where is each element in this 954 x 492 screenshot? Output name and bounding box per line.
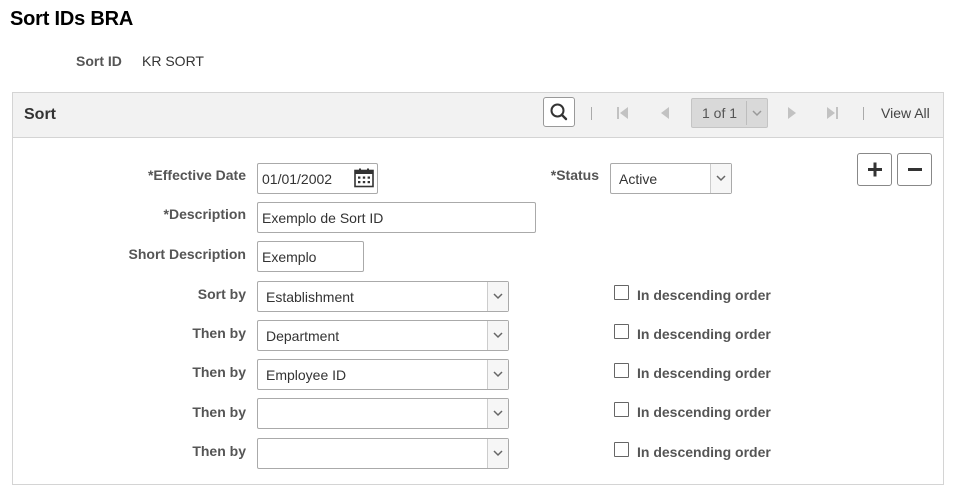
page-title: Sort IDs BRA (10, 8, 134, 30)
then-by-dropdown-button[interactable] (487, 399, 508, 428)
pager-dropdown[interactable] (746, 101, 767, 125)
separator (863, 107, 864, 120)
effective-date-field[interactable]: 01/01/2002 (257, 163, 378, 194)
then-by-select[interactable] (257, 438, 509, 469)
sort-by-value: Establishment (266, 289, 354, 305)
first-page-icon[interactable] (616, 105, 630, 121)
minus-icon (908, 168, 922, 171)
status-value: Active (619, 171, 658, 187)
status-dropdown-button[interactable] (710, 164, 731, 193)
chevron-down-icon (493, 293, 503, 300)
panel-header: Sort 1 of 1 View All (13, 93, 943, 138)
descending-checkbox[interactable] (614, 324, 629, 339)
descending-checkbox[interactable] (614, 285, 629, 300)
descending-label: In descending order (637, 444, 771, 460)
status-label: *Status (550, 167, 599, 183)
description-value: Exemplo de Sort ID (262, 210, 384, 226)
row-pager[interactable]: 1 of 1 (691, 98, 768, 128)
effective-date-value: 01/01/2002 (262, 171, 333, 187)
then-by-select[interactable]: Department (257, 320, 509, 351)
descending-checkbox[interactable] (614, 363, 629, 378)
description-label: *Description (163, 206, 246, 222)
chevron-down-icon (493, 332, 503, 339)
previous-icon[interactable] (658, 105, 672, 121)
then-by-label: Then by (192, 404, 246, 420)
descending-label: In descending order (637, 404, 771, 420)
short-description-field[interactable]: Exemplo (257, 241, 364, 272)
descending-label: In descending order (637, 287, 771, 303)
search-icon (550, 103, 568, 121)
status-select[interactable]: Active (610, 163, 732, 194)
view-all-link[interactable]: View All (881, 105, 930, 121)
plus-icon (868, 162, 882, 177)
then-by-value: Employee ID (266, 367, 347, 383)
descending-label: In descending order (637, 326, 771, 342)
sort-by-dropdown-button[interactable] (487, 282, 508, 311)
descending-checkbox[interactable] (614, 442, 629, 457)
sort-id-value: KR SORT (142, 53, 204, 69)
add-row-button[interactable] (857, 153, 892, 186)
panel-title: Sort (24, 106, 56, 123)
short-description-value: Exemplo (262, 249, 317, 265)
chevron-down-icon (493, 410, 503, 417)
next-icon[interactable] (785, 105, 799, 121)
then-by-select[interactable] (257, 398, 509, 429)
descending-checkbox[interactable] (614, 402, 629, 417)
short-description-label: Short Description (128, 246, 246, 262)
then-by-label: Then by (192, 364, 246, 380)
description-field[interactable]: Exemplo de Sort ID (257, 202, 536, 233)
chevron-down-icon (493, 371, 503, 378)
effective-date-label: *Effective Date (147, 167, 246, 183)
then-by-value: Department (266, 328, 340, 344)
search-button[interactable] (543, 97, 575, 127)
separator (591, 107, 592, 120)
chevron-down-icon (716, 175, 726, 182)
then-by-dropdown-button[interactable] (487, 321, 508, 350)
descending-label: In descending order (637, 365, 771, 381)
then-by-dropdown-button[interactable] (487, 360, 508, 389)
delete-row-button[interactable] (897, 153, 932, 186)
pager-text: 1 of 1 (702, 105, 738, 121)
chevron-down-icon (493, 450, 503, 457)
then-by-dropdown-button[interactable] (487, 439, 508, 468)
sort-by-label: Sort by (197, 286, 246, 302)
calendar-icon[interactable] (352, 166, 376, 190)
then-by-label: Then by (192, 443, 246, 459)
sort-id-label: Sort ID (76, 53, 122, 69)
then-by-label: Then by (192, 325, 246, 341)
chevron-down-icon (752, 110, 762, 117)
last-page-icon[interactable] (825, 105, 839, 121)
sort-by-select[interactable]: Establishment (257, 281, 509, 312)
then-by-select[interactable]: Employee ID (257, 359, 509, 390)
